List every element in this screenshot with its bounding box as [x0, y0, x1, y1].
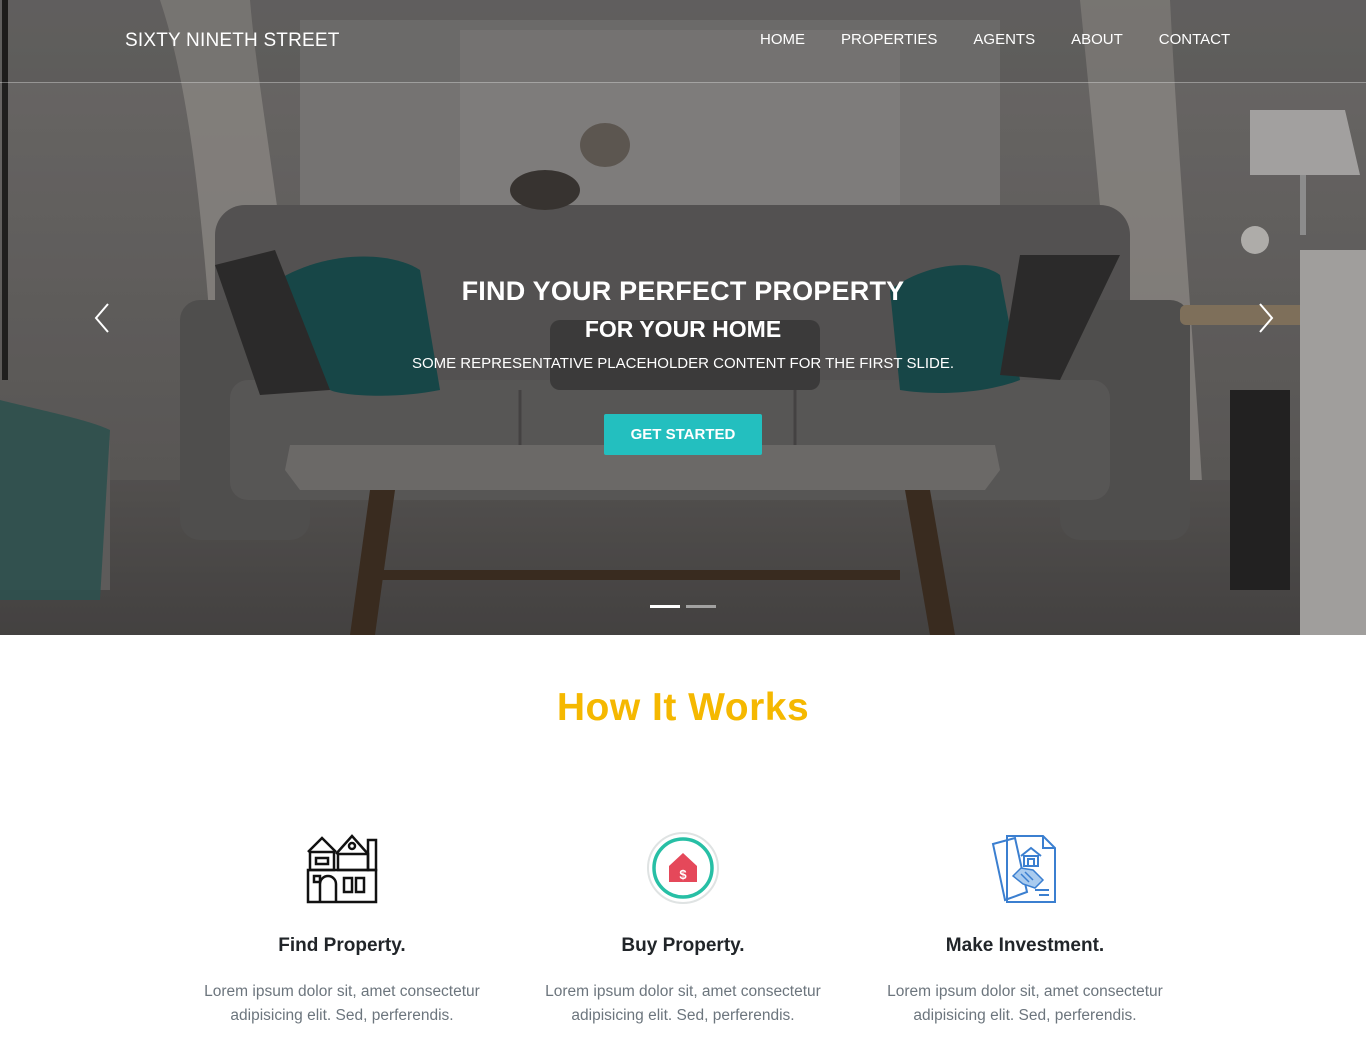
- feature-title: Make Investment.: [945, 935, 1105, 956]
- hero-subtitle: FOR YOUR HOME: [584, 316, 782, 342]
- feature-text-line: adipisicing elit. Sed, perferendis.: [913, 1007, 1137, 1024]
- feature-text-line: adipisicing elit. Sed, perferendis.: [230, 1007, 454, 1024]
- hero-text: SOME REPRESENTATIVE PLACEHOLDER CONTENT …: [411, 355, 955, 372]
- feature-title: Buy Property.: [621, 935, 745, 956]
- carousel-indicator-2[interactable]: [686, 605, 716, 608]
- svg-text:$: $: [679, 867, 687, 882]
- nav-link-contact[interactable]: CONTACT: [1159, 31, 1230, 48]
- brand-link[interactable]: SIXTY NINETH STREET: [125, 30, 340, 52]
- nav-link-properties[interactable]: PROPERTIES: [841, 31, 937, 48]
- hero-carousel: SIXTY NINETH STREET HOME PROPERTIES AGEN…: [0, 0, 1366, 635]
- how-it-works-title: How It Works: [556, 686, 810, 729]
- carousel-indicator-1[interactable]: [650, 605, 680, 608]
- feature-text-line: Lorem ipsum dolor sit, amet consectetur: [204, 983, 480, 1000]
- feature-title: Find Property.: [278, 935, 406, 956]
- feature-buy-property: $ Buy Property. Lorem ipsum dolor sit, a…: [512, 830, 854, 1028]
- feature-text: Lorem ipsum dolor sit, amet consectetur …: [512, 980, 854, 1028]
- feature-text-line: adipisicing elit. Sed, perferendis.: [571, 1007, 795, 1024]
- nav-link-home[interactable]: HOME: [760, 31, 805, 48]
- get-started-button[interactable]: GET STARTED: [604, 414, 762, 455]
- handshake-contract-icon: [991, 835, 1056, 903]
- house-dollar-badge-icon: $: [647, 832, 719, 904]
- nav-link-agents[interactable]: AGENTS: [973, 31, 1035, 48]
- feature-find-property: Find Property. Lorem ipsum dolor sit, am…: [171, 830, 513, 1028]
- feature-text-line: Lorem ipsum dolor sit, amet consectetur: [545, 983, 821, 1000]
- nav-link-about[interactable]: ABOUT: [1071, 31, 1123, 48]
- nav-links: HOME PROPERTIES AGENTS ABOUT CONTACT: [760, 31, 1266, 48]
- house-outline-icon: [306, 834, 378, 904]
- navbar: SIXTY NINETH STREET HOME PROPERTIES AGEN…: [0, 0, 1366, 83]
- feature-make-investment: Make Investment. Lorem ipsum dolor sit, …: [854, 830, 1196, 1028]
- feature-text: Lorem ipsum dolor sit, amet consectetur …: [854, 980, 1196, 1028]
- feature-text-line: Lorem ipsum dolor sit, amet consectetur: [887, 983, 1163, 1000]
- carousel-indicators: [650, 605, 716, 608]
- feature-text: Lorem ipsum dolor sit, amet consectetur …: [171, 980, 513, 1028]
- hero-title: FIND YOUR PERFECT PROPERTY: [461, 276, 905, 306]
